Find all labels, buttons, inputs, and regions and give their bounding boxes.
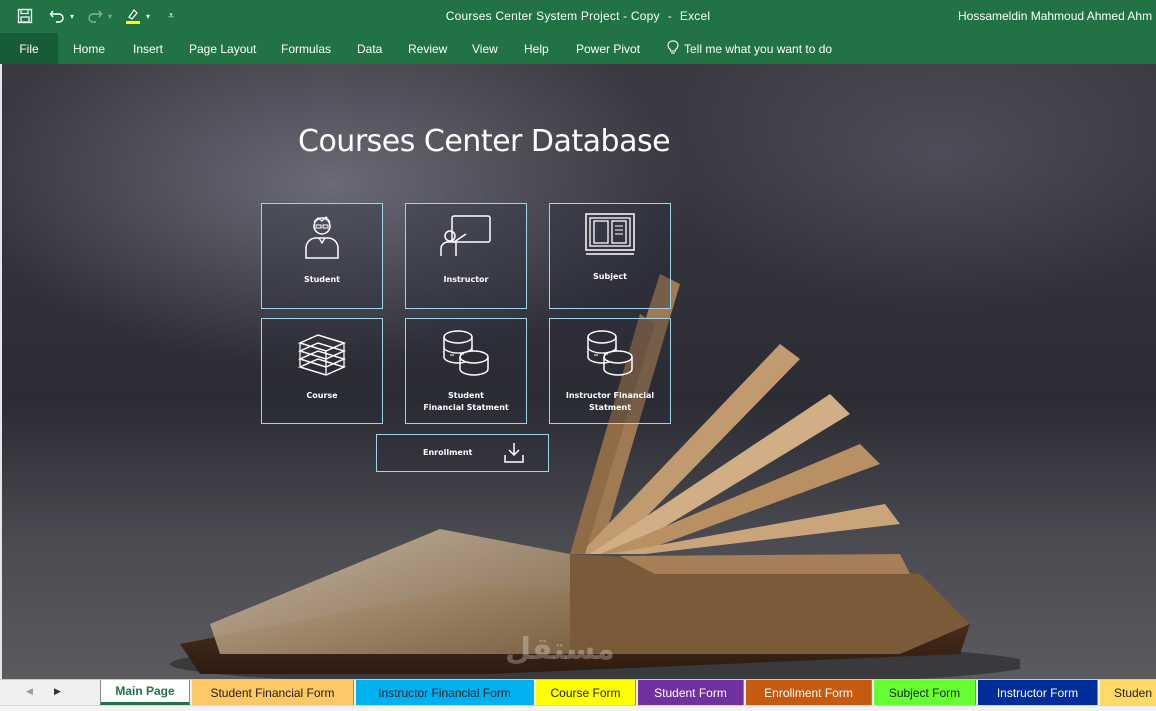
student-financial-label-line1: Student [448,391,484,400]
sheet-tab-student-financial-form[interactable]: Student Financial Form [192,680,354,705]
instructor-icon [406,212,526,258]
instructor-financial-label-line2: Statment [588,403,632,412]
sheet-tab-instructor-form[interactable]: Instructor Form [978,680,1098,705]
enrollment-button[interactable]: Enrollment [376,434,549,472]
tab-home[interactable]: Home [73,42,105,56]
tell-me-box[interactable]: Tell me what you want to do [667,40,832,58]
student-icon [262,212,382,262]
sheet-tab-main-page[interactable]: Main Page [100,680,190,705]
sheet-tabs-bar: ◀ ▶ Main Page Student Financial Form Ins… [0,679,1156,705]
scroll-left-icon[interactable]: ◀ [26,686,33,697]
subject-icon [550,212,670,258]
student-financial-label-line2: Financial Statment [423,403,509,412]
sheet-tab-student-form[interactable]: Student Form [638,680,744,705]
mostaql-watermark: مستقل [505,632,615,667]
tab-data[interactable]: Data [357,42,382,56]
sheet-tab-enrollment-form[interactable]: Enrollment Form [746,680,872,705]
student-financial-label: Student Financial Statment [406,390,526,414]
tell-me-text: Tell me what you want to do [684,42,833,56]
lightbulb-icon [667,40,679,58]
tab-file[interactable]: File [0,33,58,64]
app-name: Excel [679,9,711,23]
coins-icon [550,327,670,377]
subject-button[interactable]: Subject [549,203,671,309]
scroll-right-icon[interactable]: ▶ [54,686,61,697]
tab-formulas[interactable]: Formulas [281,42,331,56]
document-title: Courses Center System Project - Copy [445,9,660,23]
sheet-left-border [0,64,2,679]
student-label: Student [304,275,340,284]
subject-label: Subject [593,272,627,281]
download-icon [503,441,525,470]
instructor-financial-label-line1: Instructor Financial [565,391,655,400]
tab-view[interactable]: View [472,42,498,56]
sheet-tab-student-overflow[interactable]: Studen [1100,680,1156,705]
status-bar [0,705,1156,711]
ribbon-tabs: File Home Insert Page Layout Formulas Da… [0,33,1156,64]
course-label: Course [306,391,338,400]
instructor-financial-label: Instructor Financial Statment [550,390,670,414]
sheet-tab-course-form[interactable]: Course Form [536,680,636,705]
student-button[interactable]: Student [261,203,383,309]
worksheet-canvas: Courses Center Database Student Instruct… [0,64,1156,679]
sheet-tab-instructor-financial-form[interactable]: Instructor Financial Form [356,680,534,705]
tab-page-layout[interactable]: Page Layout [189,42,256,56]
sheet-tab-subject-form[interactable]: Subject Form [874,680,976,705]
instructor-button[interactable]: Instructor [405,203,527,309]
coins-icon [406,327,526,377]
title-bar: ▾ ▾ ▾ ⩡ Courses Center System Project - … [0,0,1156,33]
enrollment-label: Enrollment [423,448,473,457]
tab-review[interactable]: Review [408,42,447,56]
books-stack-icon [262,327,382,379]
instructor-financial-statment-button[interactable]: Instructor Financial Statment [549,318,671,424]
tab-power-pivot[interactable]: Power Pivot [576,42,640,56]
tab-help[interactable]: Help [524,42,549,56]
instructor-label: Instructor [443,275,489,284]
title-separator: - [667,9,672,23]
user-name[interactable]: Hossameldin Mahmoud Ahmed Ahm [958,9,1156,23]
page-title: Courses Center Database [298,124,671,159]
tab-insert[interactable]: Insert [133,42,163,56]
course-button[interactable]: Course [261,318,383,424]
student-financial-statment-button[interactable]: Student Financial Statment [405,318,527,424]
